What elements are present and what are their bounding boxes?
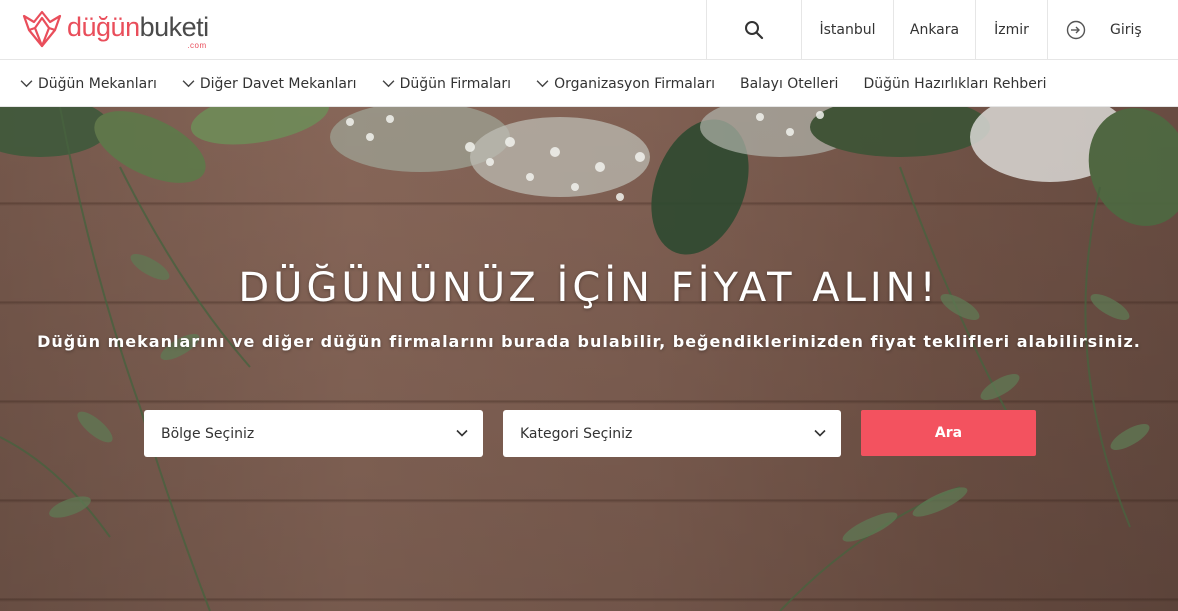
chevron-down-icon: [20, 80, 33, 88]
logo-wordmark: düğünbuketi .com: [67, 11, 210, 49]
category-select[interactable]: Kategori Seçiniz: [503, 410, 841, 457]
category-select-value: Kategori Seçiniz: [520, 425, 633, 442]
floral-background-image: [0, 107, 1178, 611]
nav-item-label: Düğün Hazırlıkları Rehberi: [863, 75, 1047, 92]
nav-item-balayi-otelleri[interactable]: Balayı Otelleri: [740, 76, 838, 92]
city-link-ankara[interactable]: Ankara: [893, 0, 975, 60]
nav-item-diger-davet-mekanlari[interactable]: Diğer Davet Mekanları: [182, 76, 357, 92]
logo-part2: buketi: [139, 11, 210, 42]
header-actions: İstanbul Ankara İzmir Giriş: [706, 0, 1178, 60]
nav-item-dugun-hazirliklari-rehberi[interactable]: Düğün Hazırlıkları Rehberi: [863, 76, 1046, 92]
main-nav: Düğün Mekanları Diğer Davet Mekanları Dü…: [0, 61, 1178, 107]
region-select-value: Bölge Seçiniz: [161, 425, 255, 442]
site-logo[interactable]: düğünbuketi .com: [20, 8, 209, 52]
nav-item-dugun-firmalari[interactable]: Düğün Firmaları: [382, 75, 512, 92]
chevron-down-icon: [456, 429, 468, 437]
login-label: Giriş: [1110, 22, 1142, 38]
chevron-down-icon: [382, 80, 394, 88]
nav-item-label: Düğün Firmaları: [399, 75, 512, 92]
chevron-down-icon: [536, 80, 549, 88]
hero-title: DÜĞÜNÜNÜZ İÇİN FİYAT ALIN!: [238, 265, 940, 311]
tulip-logo-icon: [22, 10, 62, 48]
nav-item-label: Balayı Otelleri: [740, 75, 839, 92]
nav-item-dugun-mekanlari[interactable]: Düğün Mekanları: [20, 76, 157, 92]
region-select[interactable]: Bölge Seçiniz: [144, 410, 483, 457]
logo-suffix: .com: [187, 40, 207, 50]
logo-part1: düğün: [67, 11, 140, 42]
hero-banner: DÜĞÜNÜNÜZ İÇİN FİYAT ALIN! Düğün mekanla…: [0, 107, 1178, 611]
top-header: düğünbuketi .com İstanbul Ankara İzmir G…: [0, 0, 1178, 60]
login-icon: [1066, 20, 1086, 40]
header-search-button[interactable]: [706, 0, 801, 60]
search-icon: [745, 21, 764, 40]
nav-item-label: Diğer Davet Mekanları: [199, 75, 357, 92]
chevron-down-icon: [182, 80, 195, 88]
search-submit-button[interactable]: Ara: [861, 410, 1036, 456]
nav-item-label: Organizasyon Firmaları: [554, 75, 715, 92]
chevron-down-icon: [814, 429, 826, 437]
hero-subtitle: Düğün mekanlarını ve diğer düğün firmala…: [37, 332, 1141, 351]
login-button[interactable]: Giriş: [1047, 0, 1178, 60]
nav-item-organizasyon-firmalari[interactable]: Organizasyon Firmaları: [536, 76, 715, 92]
nav-item-label: Düğün Mekanları: [38, 75, 157, 92]
city-link-izmir[interactable]: İzmir: [975, 0, 1047, 60]
city-link-istanbul[interactable]: İstanbul: [801, 0, 893, 60]
